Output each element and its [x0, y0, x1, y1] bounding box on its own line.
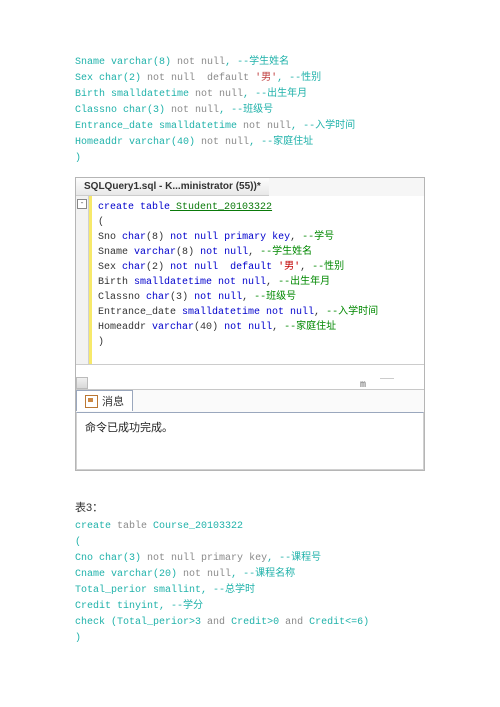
editor-tab[interactable]: SQLQuery1.sql - K...ministrator (55))* [76, 178, 269, 196]
messages-tab-label: 消息 [102, 393, 124, 409]
sql-editor-window: SQLQuery1.sql - K...ministrator (55))* -… [75, 177, 425, 471]
collapse-icon[interactable]: - [77, 199, 87, 209]
messages-icon [85, 395, 98, 408]
messages-tab[interactable]: 消息 [76, 390, 133, 411]
bottom-sql-listing: create table Course_20103322 ( Cno char(… [75, 519, 425, 647]
messages-body: 命令已成功完成。 [76, 412, 424, 470]
messages-panel: 消息 命令已成功完成。 [76, 389, 424, 470]
editor-scrollbar[interactable]: m [76, 364, 424, 389]
editor-code-area[interactable]: create table Student_20103322 ( Sno char… [92, 196, 424, 364]
table3-label: 表3： [75, 499, 425, 515]
top-sql-listing: Sname varchar(8) not null, --学生姓名 Sex ch… [75, 55, 425, 167]
editor-gutter: - [76, 196, 89, 364]
scroll-mark: m [360, 380, 366, 391]
scroll-left-icon[interactable] [76, 377, 88, 389]
